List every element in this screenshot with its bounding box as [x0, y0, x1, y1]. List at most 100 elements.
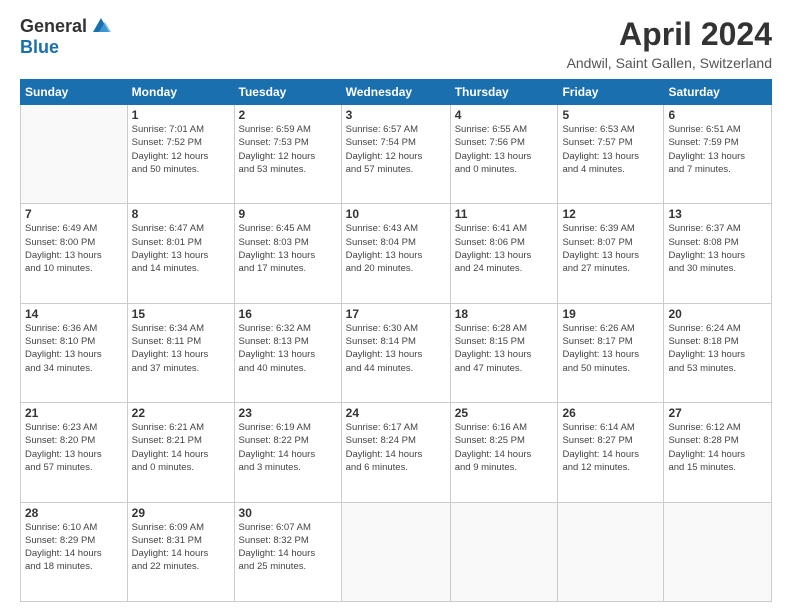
logo-blue: Blue: [20, 38, 113, 58]
day-info: Sunrise: 6:12 AMSunset: 8:28 PMDaylight:…: [668, 421, 767, 474]
day-info: Sunrise: 6:51 AMSunset: 7:59 PMDaylight:…: [668, 123, 767, 176]
day-number: 11: [455, 207, 554, 221]
day-cell: 26Sunrise: 6:14 AMSunset: 8:27 PMDayligh…: [558, 403, 664, 502]
day-info: Sunrise: 6:57 AMSunset: 7:54 PMDaylight:…: [346, 123, 446, 176]
week-row-3: 21Sunrise: 6:23 AMSunset: 8:20 PMDayligh…: [21, 403, 772, 502]
day-number: 16: [239, 307, 337, 321]
day-info: Sunrise: 6:36 AMSunset: 8:10 PMDaylight:…: [25, 322, 123, 375]
day-info: Sunrise: 6:43 AMSunset: 8:04 PMDaylight:…: [346, 222, 446, 275]
day-cell: 25Sunrise: 6:16 AMSunset: 8:25 PMDayligh…: [450, 403, 558, 502]
day-info: Sunrise: 6:16 AMSunset: 8:25 PMDaylight:…: [455, 421, 554, 474]
day-number: 12: [562, 207, 659, 221]
day-number: 22: [132, 406, 230, 420]
day-number: 10: [346, 207, 446, 221]
day-cell: 20Sunrise: 6:24 AMSunset: 8:18 PMDayligh…: [664, 303, 772, 402]
day-number: 9: [239, 207, 337, 221]
day-number: 30: [239, 506, 337, 520]
day-cell: 2Sunrise: 6:59 AMSunset: 7:53 PMDaylight…: [234, 105, 341, 204]
col-saturday: Saturday: [664, 80, 772, 105]
day-cell: 28Sunrise: 6:10 AMSunset: 8:29 PMDayligh…: [21, 502, 128, 601]
day-number: 7: [25, 207, 123, 221]
day-info: Sunrise: 6:07 AMSunset: 8:32 PMDaylight:…: [239, 521, 337, 574]
header-row: Sunday Monday Tuesday Wednesday Thursday…: [21, 80, 772, 105]
day-cell: [21, 105, 128, 204]
col-friday: Friday: [558, 80, 664, 105]
day-cell: 23Sunrise: 6:19 AMSunset: 8:22 PMDayligh…: [234, 403, 341, 502]
day-cell: 18Sunrise: 6:28 AMSunset: 8:15 PMDayligh…: [450, 303, 558, 402]
day-cell: 4Sunrise: 6:55 AMSunset: 7:56 PMDaylight…: [450, 105, 558, 204]
day-info: Sunrise: 6:39 AMSunset: 8:07 PMDaylight:…: [562, 222, 659, 275]
day-info: Sunrise: 6:49 AMSunset: 8:00 PMDaylight:…: [25, 222, 123, 275]
logo-text: General Blue: [20, 16, 113, 58]
col-thursday: Thursday: [450, 80, 558, 105]
day-info: Sunrise: 6:09 AMSunset: 8:31 PMDaylight:…: [132, 521, 230, 574]
col-sunday: Sunday: [21, 80, 128, 105]
day-cell: 17Sunrise: 6:30 AMSunset: 8:14 PMDayligh…: [341, 303, 450, 402]
day-number: 19: [562, 307, 659, 321]
week-row-2: 14Sunrise: 6:36 AMSunset: 8:10 PMDayligh…: [21, 303, 772, 402]
calendar-table: Sunday Monday Tuesday Wednesday Thursday…: [20, 79, 772, 602]
day-number: 13: [668, 207, 767, 221]
day-number: 6: [668, 108, 767, 122]
day-number: 4: [455, 108, 554, 122]
day-cell: 1Sunrise: 7:01 AMSunset: 7:52 PMDaylight…: [127, 105, 234, 204]
day-number: 3: [346, 108, 446, 122]
day-cell: 15Sunrise: 6:34 AMSunset: 8:11 PMDayligh…: [127, 303, 234, 402]
day-number: 29: [132, 506, 230, 520]
day-info: Sunrise: 6:55 AMSunset: 7:56 PMDaylight:…: [455, 123, 554, 176]
day-info: Sunrise: 6:10 AMSunset: 8:29 PMDaylight:…: [25, 521, 123, 574]
day-cell: 24Sunrise: 6:17 AMSunset: 8:24 PMDayligh…: [341, 403, 450, 502]
day-info: Sunrise: 6:23 AMSunset: 8:20 PMDaylight:…: [25, 421, 123, 474]
day-cell: 12Sunrise: 6:39 AMSunset: 8:07 PMDayligh…: [558, 204, 664, 303]
week-row-1: 7Sunrise: 6:49 AMSunset: 8:00 PMDaylight…: [21, 204, 772, 303]
day-cell: 29Sunrise: 6:09 AMSunset: 8:31 PMDayligh…: [127, 502, 234, 601]
logo: General Blue: [20, 16, 113, 58]
day-info: Sunrise: 6:34 AMSunset: 8:11 PMDaylight:…: [132, 322, 230, 375]
week-row-0: 1Sunrise: 7:01 AMSunset: 7:52 PMDaylight…: [21, 105, 772, 204]
day-cell: 14Sunrise: 6:36 AMSunset: 8:10 PMDayligh…: [21, 303, 128, 402]
month-title: April 2024: [567, 16, 772, 53]
day-cell: 30Sunrise: 6:07 AMSunset: 8:32 PMDayligh…: [234, 502, 341, 601]
day-cell: [558, 502, 664, 601]
day-cell: 19Sunrise: 6:26 AMSunset: 8:17 PMDayligh…: [558, 303, 664, 402]
title-section: April 2024 Andwil, Saint Gallen, Switzer…: [567, 16, 772, 71]
day-info: Sunrise: 6:24 AMSunset: 8:18 PMDaylight:…: [668, 322, 767, 375]
day-cell: 7Sunrise: 6:49 AMSunset: 8:00 PMDaylight…: [21, 204, 128, 303]
logo-general: General: [20, 17, 87, 37]
day-number: 5: [562, 108, 659, 122]
col-tuesday: Tuesday: [234, 80, 341, 105]
day-info: Sunrise: 6:28 AMSunset: 8:15 PMDaylight:…: [455, 322, 554, 375]
day-cell: 16Sunrise: 6:32 AMSunset: 8:13 PMDayligh…: [234, 303, 341, 402]
day-info: Sunrise: 6:41 AMSunset: 8:06 PMDaylight:…: [455, 222, 554, 275]
day-cell: 21Sunrise: 6:23 AMSunset: 8:20 PMDayligh…: [21, 403, 128, 502]
day-cell: 5Sunrise: 6:53 AMSunset: 7:57 PMDaylight…: [558, 105, 664, 204]
day-info: Sunrise: 6:14 AMSunset: 8:27 PMDaylight:…: [562, 421, 659, 474]
day-cell: 27Sunrise: 6:12 AMSunset: 8:28 PMDayligh…: [664, 403, 772, 502]
day-info: Sunrise: 6:32 AMSunset: 8:13 PMDaylight:…: [239, 322, 337, 375]
day-info: Sunrise: 6:53 AMSunset: 7:57 PMDaylight:…: [562, 123, 659, 176]
day-cell: 6Sunrise: 6:51 AMSunset: 7:59 PMDaylight…: [664, 105, 772, 204]
day-info: Sunrise: 6:59 AMSunset: 7:53 PMDaylight:…: [239, 123, 337, 176]
day-cell: 8Sunrise: 6:47 AMSunset: 8:01 PMDaylight…: [127, 204, 234, 303]
day-number: 23: [239, 406, 337, 420]
day-info: Sunrise: 6:37 AMSunset: 8:08 PMDaylight:…: [668, 222, 767, 275]
day-cell: [341, 502, 450, 601]
day-cell: 11Sunrise: 6:41 AMSunset: 8:06 PMDayligh…: [450, 204, 558, 303]
day-cell: [450, 502, 558, 601]
day-info: Sunrise: 7:01 AMSunset: 7:52 PMDaylight:…: [132, 123, 230, 176]
day-number: 26: [562, 406, 659, 420]
day-number: 15: [132, 307, 230, 321]
day-number: 18: [455, 307, 554, 321]
day-info: Sunrise: 6:26 AMSunset: 8:17 PMDaylight:…: [562, 322, 659, 375]
col-monday: Monday: [127, 80, 234, 105]
day-number: 14: [25, 307, 123, 321]
day-cell: 3Sunrise: 6:57 AMSunset: 7:54 PMDaylight…: [341, 105, 450, 204]
day-cell: 13Sunrise: 6:37 AMSunset: 8:08 PMDayligh…: [664, 204, 772, 303]
location: Andwil, Saint Gallen, Switzerland: [567, 55, 772, 71]
day-cell: [664, 502, 772, 601]
day-number: 27: [668, 406, 767, 420]
day-cell: 10Sunrise: 6:43 AMSunset: 8:04 PMDayligh…: [341, 204, 450, 303]
logo-icon: [89, 14, 113, 38]
day-info: Sunrise: 6:47 AMSunset: 8:01 PMDaylight:…: [132, 222, 230, 275]
day-info: Sunrise: 6:17 AMSunset: 8:24 PMDaylight:…: [346, 421, 446, 474]
